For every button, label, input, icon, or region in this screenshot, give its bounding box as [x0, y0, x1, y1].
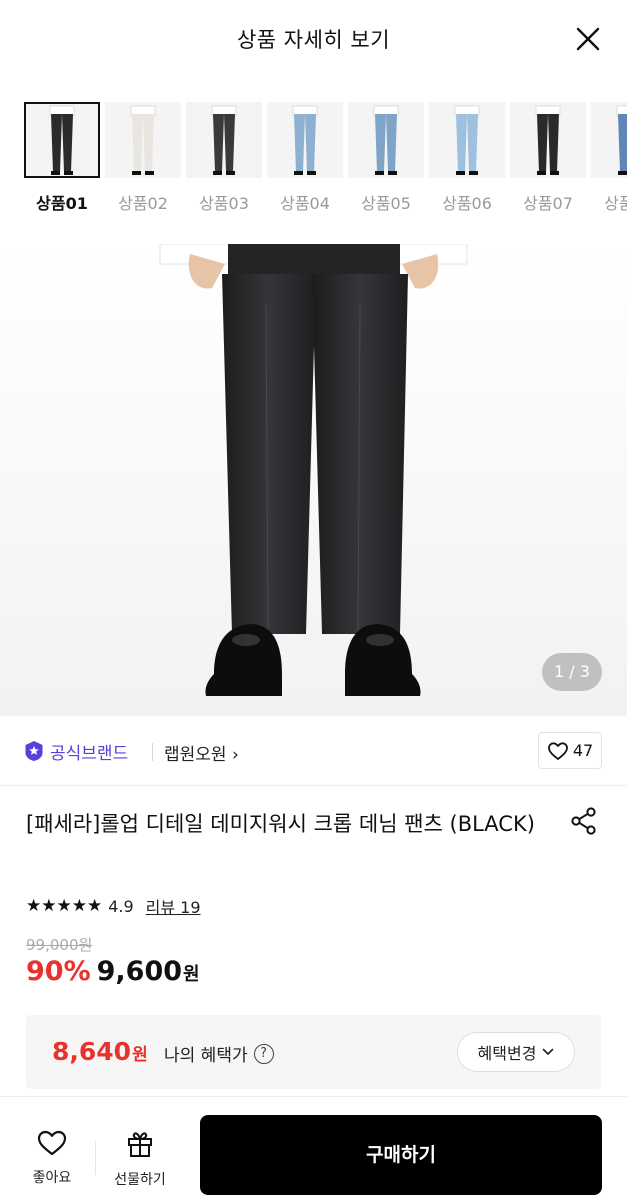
thumbnail-label: 상품08: [604, 194, 627, 213]
benefit-price-value: 8,640: [52, 1037, 132, 1066]
brand-row: 공식브랜드 랩원오원 › 47: [0, 716, 627, 786]
thumbnail-item[interactable]: 상품01: [24, 102, 100, 214]
help-icon[interactable]: ?: [253, 1043, 274, 1064]
benefit-price: 8,640 원: [52, 1037, 148, 1066]
thumbnail-label: 상품04: [280, 194, 330, 213]
discount-rate: 90%: [26, 956, 91, 987]
chevron-down-icon: [543, 1048, 554, 1055]
like-button-label: 좋아요: [32, 1170, 72, 1186]
official-brand-badge: 공식브랜드: [24, 740, 129, 764]
image-page-indicator: 1 / 3: [542, 653, 602, 691]
heart-icon: [37, 1130, 67, 1156]
benefit-change-label: 혜택변경: [477, 1044, 537, 1063]
product-main-image[interactable]: 1 / 3: [0, 244, 627, 716]
thumbnail-image[interactable]: [510, 102, 586, 178]
thumbnail-item[interactable]: 상품07: [510, 102, 586, 214]
close-icon[interactable]: [573, 24, 603, 54]
like-count-button[interactable]: 47: [538, 732, 602, 769]
gift-icon: [128, 1132, 152, 1157]
review-link[interactable]: 리뷰 19: [146, 894, 201, 918]
divider: [152, 743, 153, 761]
bottom-action-bar: 좋아요 선물하기 구매하기: [0, 1096, 627, 1200]
official-brand-label: 공식브랜드: [50, 743, 129, 764]
brand-name: 랩원오원: [164, 745, 227, 765]
like-button[interactable]: 좋아요: [22, 1129, 82, 1187]
official-badge-icon: [25, 741, 43, 761]
buy-button[interactable]: 구매하기: [200, 1115, 602, 1195]
thumbnail-label: 상품03: [199, 194, 249, 213]
sale-price: 9,600: [96, 956, 183, 987]
chevron-right-icon: ›: [231, 745, 239, 765]
thumbnail-item[interactable]: 상품02: [105, 102, 181, 214]
heart-icon: [547, 741, 568, 760]
product-title: [패세라]롤업 디테일 데미지워시 크롭 데님 팬츠 (BLACK): [26, 812, 535, 836]
thumbnail-image[interactable]: [186, 102, 262, 178]
currency-unit: 원: [183, 964, 200, 985]
rating-row: ★★★★★ 4.9 리뷰 19: [26, 894, 201, 918]
divider: [95, 1141, 96, 1175]
thumbnail-image[interactable]: [591, 102, 627, 178]
thumbnail-image[interactable]: [105, 102, 181, 178]
benefit-label-text: 나의 혜택가: [164, 1046, 248, 1066]
thumbnail-image[interactable]: [24, 102, 100, 178]
thumbnail-item[interactable]: 상품03: [186, 102, 262, 214]
benefit-label: 나의 혜택가 ?: [164, 1041, 274, 1066]
thumbnail-label: 상품02: [118, 194, 168, 213]
page-title: 상품 자세히 보기: [236, 28, 391, 52]
brand-link[interactable]: 랩원오원 ›: [164, 740, 239, 765]
thumbnail-item[interactable]: 상품05: [348, 102, 424, 214]
thumbnail-strip[interactable]: 상품01 상품02 상품03 상품04 상품05 상품06 상품07 상품08: [24, 102, 627, 218]
share-button[interactable]: [569, 806, 599, 836]
share-icon: [571, 807, 596, 835]
thumbnail-image[interactable]: [429, 102, 505, 178]
thumbnail-image[interactable]: [267, 102, 343, 178]
thumbnail-label: 상품05: [361, 194, 411, 213]
price-row: 90% 9,600 원: [26, 956, 200, 992]
header: 상품 자세히 보기: [0, 0, 627, 84]
thumbnail-item[interactable]: 상품06: [429, 102, 505, 214]
close-button[interactable]: [573, 24, 603, 54]
thumbnail-label: 상품01: [36, 194, 88, 213]
benefit-box: 8,640 원 나의 혜택가 ? 혜택변경: [26, 1015, 601, 1089]
benefit-change-button[interactable]: 혜택변경: [457, 1032, 575, 1072]
thumbnail-image[interactable]: [348, 102, 424, 178]
thumbnail-label: 상품06: [442, 194, 492, 213]
thumbnail-item[interactable]: 상품04: [267, 102, 343, 214]
benefit-currency-unit: 원: [132, 1045, 148, 1065]
rating-score: 4.9: [108, 896, 134, 916]
like-count: 47: [572, 741, 594, 760]
gift-button-label: 선물하기: [114, 1172, 166, 1188]
gift-button[interactable]: 선물하기: [110, 1129, 170, 1189]
product-photo: [0, 244, 627, 716]
original-price: 99,000원: [26, 936, 93, 954]
thumbnail-item[interactable]: 상품08: [591, 102, 627, 214]
thumbnail-label: 상품07: [523, 194, 573, 213]
star-rating-icon: ★★★★★: [26, 896, 103, 916]
